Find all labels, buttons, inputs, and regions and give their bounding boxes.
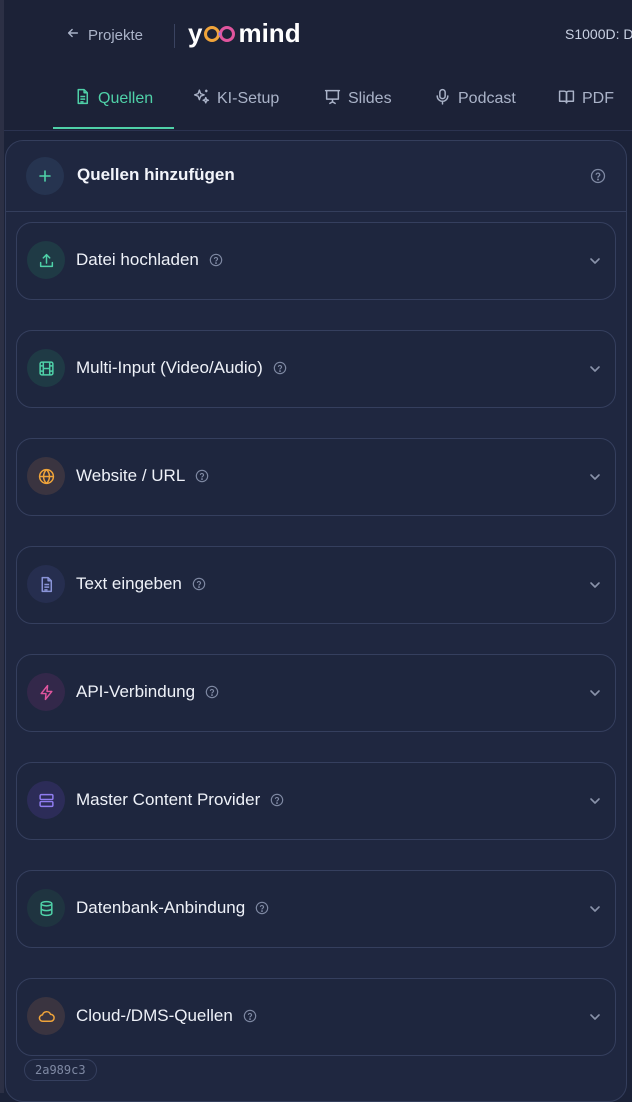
microphone-icon bbox=[434, 88, 451, 110]
sources-panel-header: Quellen hinzufügen bbox=[6, 141, 626, 212]
add-source-button[interactable] bbox=[26, 157, 64, 195]
help-icon[interactable] bbox=[255, 901, 269, 915]
book-icon bbox=[558, 88, 575, 110]
help-icon[interactable] bbox=[205, 685, 219, 699]
bolt-icon bbox=[27, 673, 65, 711]
help-icon[interactable] bbox=[209, 253, 223, 267]
tab-slides[interactable]: Slides bbox=[324, 70, 392, 128]
source-card-text-eingeben[interactable]: Text eingeben bbox=[16, 546, 616, 624]
chevron-down-icon[interactable] bbox=[587, 577, 603, 593]
arrow-left-icon bbox=[66, 26, 80, 44]
source-label: Datei hochladen bbox=[76, 250, 199, 269]
version-hash-badge: 2a989c3 bbox=[24, 1059, 97, 1081]
source-card-datei-hochladen[interactable]: Datei hochladen bbox=[16, 222, 616, 300]
source-card-cloud-dms-quellen[interactable]: Cloud-/DMS-Quellen bbox=[16, 978, 616, 1056]
database-icon bbox=[27, 889, 65, 927]
source-card-master-content-provider[interactable]: Master Content Provider bbox=[16, 762, 616, 840]
sources-panel: Quellen hinzufügen Datei hochladen Multi… bbox=[5, 140, 627, 1102]
source-card-website-url[interactable]: Website / URL bbox=[16, 438, 616, 516]
window-edge bbox=[0, 0, 4, 1093]
source-label: Multi-Input (Video/Audio) bbox=[76, 358, 263, 377]
source-label: Datenbank-Anbindung bbox=[76, 898, 246, 917]
plus-icon bbox=[37, 168, 53, 184]
chevron-down-icon[interactable] bbox=[587, 253, 603, 269]
document-icon bbox=[74, 88, 91, 110]
source-label: Cloud-/DMS-Quellen bbox=[76, 1006, 233, 1025]
topbar-divider bbox=[174, 24, 175, 48]
panel-title: Quellen hinzufügen bbox=[77, 165, 235, 184]
chevron-down-icon[interactable] bbox=[587, 361, 603, 377]
file-text-icon bbox=[27, 565, 65, 603]
chevron-down-icon[interactable] bbox=[587, 793, 603, 809]
server-icon bbox=[27, 781, 65, 819]
back-link-label: Projekte bbox=[88, 26, 144, 44]
chevron-down-icon[interactable] bbox=[587, 685, 603, 701]
source-label: API-Verbindung bbox=[76, 682, 196, 701]
project-code: S1000D: D bbox=[565, 26, 632, 42]
source-card-multi-input[interactable]: Multi-Input (Video/Audio) bbox=[16, 330, 616, 408]
help-icon[interactable] bbox=[192, 577, 206, 591]
source-label: Text eingeben bbox=[76, 574, 182, 593]
help-icon[interactable] bbox=[590, 168, 606, 184]
help-icon[interactable] bbox=[273, 361, 287, 375]
logo-infinity-mark bbox=[203, 24, 237, 42]
upload-icon bbox=[27, 241, 65, 279]
top-bar: Projekte y mind S1000D: D bbox=[4, 0, 632, 71]
tab-quellen[interactable]: Quellen bbox=[74, 70, 153, 128]
globe-icon bbox=[27, 457, 65, 495]
cloud-icon bbox=[27, 997, 65, 1035]
active-tab-indicator bbox=[53, 127, 174, 129]
tab-ki-setup[interactable]: KI-Setup bbox=[193, 70, 279, 128]
help-icon[interactable] bbox=[243, 1009, 257, 1023]
back-to-projects-link[interactable]: Projekte bbox=[66, 24, 143, 46]
tab-podcast[interactable]: Podcast bbox=[434, 70, 516, 128]
presentation-icon bbox=[324, 88, 341, 110]
chevron-down-icon[interactable] bbox=[587, 1009, 603, 1025]
help-icon[interactable] bbox=[195, 469, 209, 483]
chevron-down-icon[interactable] bbox=[587, 469, 603, 485]
tab-bar: Quellen KI-Setup Slides Podcast PDF bbox=[4, 70, 632, 131]
film-icon bbox=[27, 349, 65, 387]
yoomind-logo[interactable]: y mind bbox=[188, 16, 301, 50]
source-label: Master Content Provider bbox=[76, 790, 261, 809]
tab-pdf[interactable]: PDF bbox=[558, 70, 614, 128]
source-card-datenbank-anbindung[interactable]: Datenbank-Anbindung bbox=[16, 870, 616, 948]
sparkles-icon bbox=[193, 88, 210, 110]
help-icon[interactable] bbox=[270, 793, 284, 807]
chevron-down-icon[interactable] bbox=[587, 901, 603, 917]
source-card-api-verbindung[interactable]: API-Verbindung bbox=[16, 654, 616, 732]
source-label: Website / URL bbox=[76, 466, 186, 485]
